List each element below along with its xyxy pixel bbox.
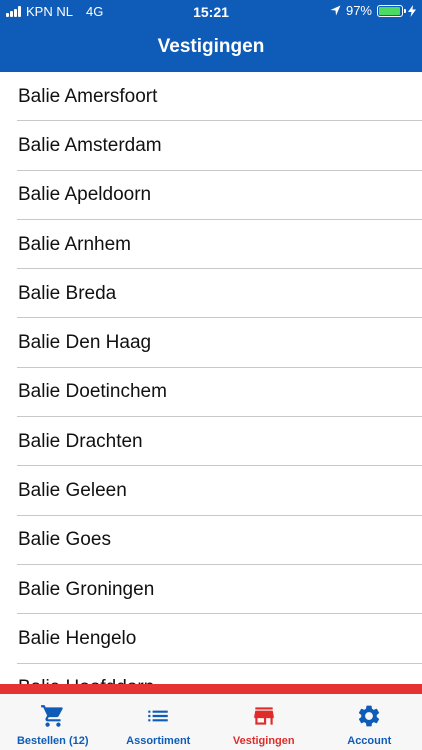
location-row[interactable]: Balie Geleen bbox=[0, 466, 422, 516]
page-title: Vestigingen bbox=[157, 36, 265, 57]
location-row[interactable]: Balie Hengelo bbox=[0, 614, 422, 664]
tab-label: Bestellen (12) bbox=[16, 735, 89, 747]
location-name: Balie Groningen bbox=[18, 578, 155, 600]
cart-icon bbox=[40, 705, 63, 727]
location-name: Balie Apeldoorn bbox=[18, 184, 152, 206]
location-row[interactable]: Balie Amersfoort bbox=[0, 72, 422, 122]
location-name: Balie Amersfoort bbox=[18, 85, 158, 107]
location-name: Balie Amsterdam bbox=[18, 134, 162, 156]
location-row[interactable]: Balie Groningen bbox=[0, 565, 422, 615]
tab-bestellen[interactable]: Bestellen (12) bbox=[0, 694, 106, 750]
tab-label: Assortiment bbox=[126, 735, 191, 747]
location-name: Balie Geleen bbox=[18, 480, 127, 502]
location-row[interactable]: Balie Drachten bbox=[0, 417, 422, 467]
location-row[interactable]: Balie Doetinchem bbox=[0, 368, 422, 418]
location-arrow-icon bbox=[330, 5, 341, 16]
gear-icon bbox=[359, 705, 380, 727]
location-row[interactable]: Balie Goes bbox=[0, 516, 422, 566]
charging-bolt-icon bbox=[408, 4, 416, 17]
location-name: Balie Goes bbox=[18, 529, 111, 551]
tab-label: Account bbox=[347, 735, 392, 747]
location-name: Balie Hengelo bbox=[18, 627, 137, 649]
list-icon bbox=[148, 710, 168, 722]
location-row[interactable]: Balie Amsterdam bbox=[0, 121, 422, 171]
location-row[interactable]: Balie Breda bbox=[0, 269, 422, 319]
location-row[interactable]: Balie Den Haag bbox=[0, 318, 422, 369]
location-row[interactable]: Balie Arnhem bbox=[0, 220, 422, 270]
location-name: Balie Den Haag bbox=[18, 332, 152, 354]
location-name: Balie Doetinchem bbox=[18, 381, 167, 403]
tab-vestigingen[interactable]: Vestigingen bbox=[211, 694, 317, 750]
location-row[interactable]: Balie Apeldoorn bbox=[0, 171, 422, 221]
location-list[interactable]: Balie Amersfoort Balie Amsterdam Balie Ape… bbox=[0, 72, 422, 684]
battery-icon bbox=[377, 4, 406, 17]
location-name: Balie Arnhem bbox=[18, 233, 132, 255]
tab-assortiment[interactable]: Assortiment bbox=[106, 694, 212, 750]
tab-label: Vestigingen bbox=[232, 735, 295, 747]
store-icon bbox=[254, 707, 274, 725]
location-name: Balie Breda bbox=[18, 282, 117, 304]
location-row[interactable]: Balie Hoofddorp bbox=[0, 664, 422, 684]
tab-bar: Bestellen (12) Assortiment Vestigingen A… bbox=[0, 694, 422, 750]
red-accent-bar bbox=[0, 684, 422, 694]
battery-percentage: 97% bbox=[345, 3, 372, 18]
location-name: Balie Drachten bbox=[18, 430, 143, 452]
app-header: KPN NL 4G 15:21 97% Vestigingen bbox=[0, 0, 422, 72]
status-bar: KPN NL 4G 15:21 97% bbox=[0, 0, 422, 24]
tab-account[interactable]: Account bbox=[317, 694, 422, 750]
location-name: Balie Hoofddorp bbox=[18, 677, 154, 684]
